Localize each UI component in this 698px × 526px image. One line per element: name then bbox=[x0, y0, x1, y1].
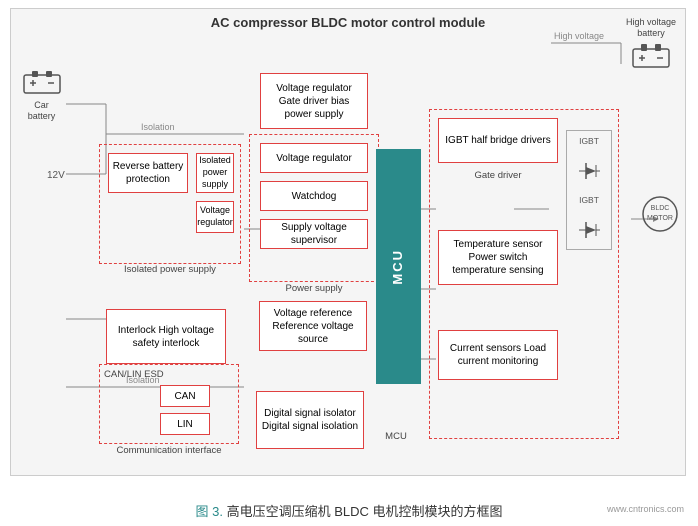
caption-text: 图 3. 高电压空调压缩机 BLDC 电机控制模块的方框图 bbox=[196, 504, 503, 519]
svg-text:Isolation: Isolation bbox=[141, 122, 175, 132]
igbt-symbol-1 bbox=[574, 157, 604, 185]
can-box: CAN bbox=[160, 385, 210, 407]
caption-highlight: 图 3. bbox=[196, 504, 223, 519]
diagram-title: AC compressor BLDC motor control module bbox=[11, 9, 685, 34]
watermark: www.cntronics.com bbox=[607, 504, 684, 514]
voltage-regulator-small-box: Voltage regulator bbox=[196, 201, 234, 233]
caption-area: 图 3. 高电压空调压缩机 BLDC 电机控制模块的方框图 bbox=[0, 501, 698, 520]
isolated-power-supply-box: Isolated power supply bbox=[196, 153, 234, 193]
supply-voltage-supervisor-box: Supply voltage supervisor bbox=[260, 219, 368, 249]
voltage-reference-box: Voltage reference Reference voltage sour… bbox=[259, 301, 367, 351]
car-battery-icon bbox=[22, 69, 62, 97]
power-supply-region: Voltage regulator Gate driver bias power… bbox=[249, 134, 379, 282]
canlin-esd-label: CAN/LIN ESD bbox=[104, 369, 164, 380]
reverse-battery-box: Reverse battery protection bbox=[108, 153, 188, 193]
high-voltage-battery: High voltagebattery bbox=[625, 17, 677, 74]
gate-driver-label: Gate driver bbox=[438, 170, 558, 181]
isolated-power-supply-label: Isolated power supply bbox=[99, 264, 241, 275]
diagram-area: AC compressor BLDC motor control module … bbox=[10, 8, 686, 476]
svg-text:MOTOR: MOTOR bbox=[647, 215, 673, 222]
interlock-box: Interlock High voltage safety interlock bbox=[106, 309, 226, 364]
current-sensors-box: Current sensors Load current monitoring bbox=[438, 330, 558, 380]
voltage-regulator-mid-box: Voltage regulator bbox=[260, 143, 368, 173]
igbt-symbols-box: IGBT IGBT bbox=[566, 130, 612, 250]
digital-signal-isolator-box: Digital signal isolator Digital signal i… bbox=[256, 391, 364, 449]
mcu-label-bottom: MCU bbox=[371, 431, 421, 442]
lin-box: LIN bbox=[160, 413, 210, 435]
watchdog-box: Watchdog bbox=[260, 181, 368, 211]
car-battery: Carbattery bbox=[19, 69, 64, 122]
communication-region: CAN/LIN ESD CAN LIN bbox=[99, 364, 239, 444]
voltage-regulator-top-box: Voltage regulator Gate driver bias power… bbox=[260, 73, 368, 129]
mcu-box: MCU bbox=[376, 149, 421, 384]
temperature-sensor-box: Temperature sensor Power switch temperat… bbox=[438, 230, 558, 285]
bldc-motor: BLDC MOTOR bbox=[641, 184, 679, 244]
igbt-label-2: IGBT bbox=[579, 195, 599, 205]
igbt-label-1: IGBT bbox=[579, 136, 599, 146]
svg-text:12V: 12V bbox=[47, 170, 65, 181]
bldc-motor-icon: BLDC MOTOR bbox=[641, 184, 679, 244]
svg-text:BLDC: BLDC bbox=[651, 205, 670, 212]
page-container: AC compressor BLDC motor control module … bbox=[0, 0, 698, 526]
high-voltage-battery-icon bbox=[631, 41, 671, 71]
igbt-symbol-2 bbox=[574, 216, 604, 244]
igbt-half-bridge-box: IGBT half bridge drivers bbox=[438, 118, 558, 163]
power-supply-label: Power supply bbox=[249, 283, 379, 294]
communication-label: Communication interface bbox=[99, 445, 239, 456]
car-battery-label: Carbattery bbox=[19, 100, 64, 122]
right-region: IGBT half bridge drivers Gate driver Tem… bbox=[429, 109, 619, 439]
caption-body: 高电压空调压缩机 BLDC 电机控制模块的方框图 bbox=[227, 504, 503, 519]
high-voltage-battery-label: High voltagebattery bbox=[625, 17, 677, 39]
isolated-power-supply-region: Reverse battery protection Isolated powe… bbox=[99, 144, 241, 264]
